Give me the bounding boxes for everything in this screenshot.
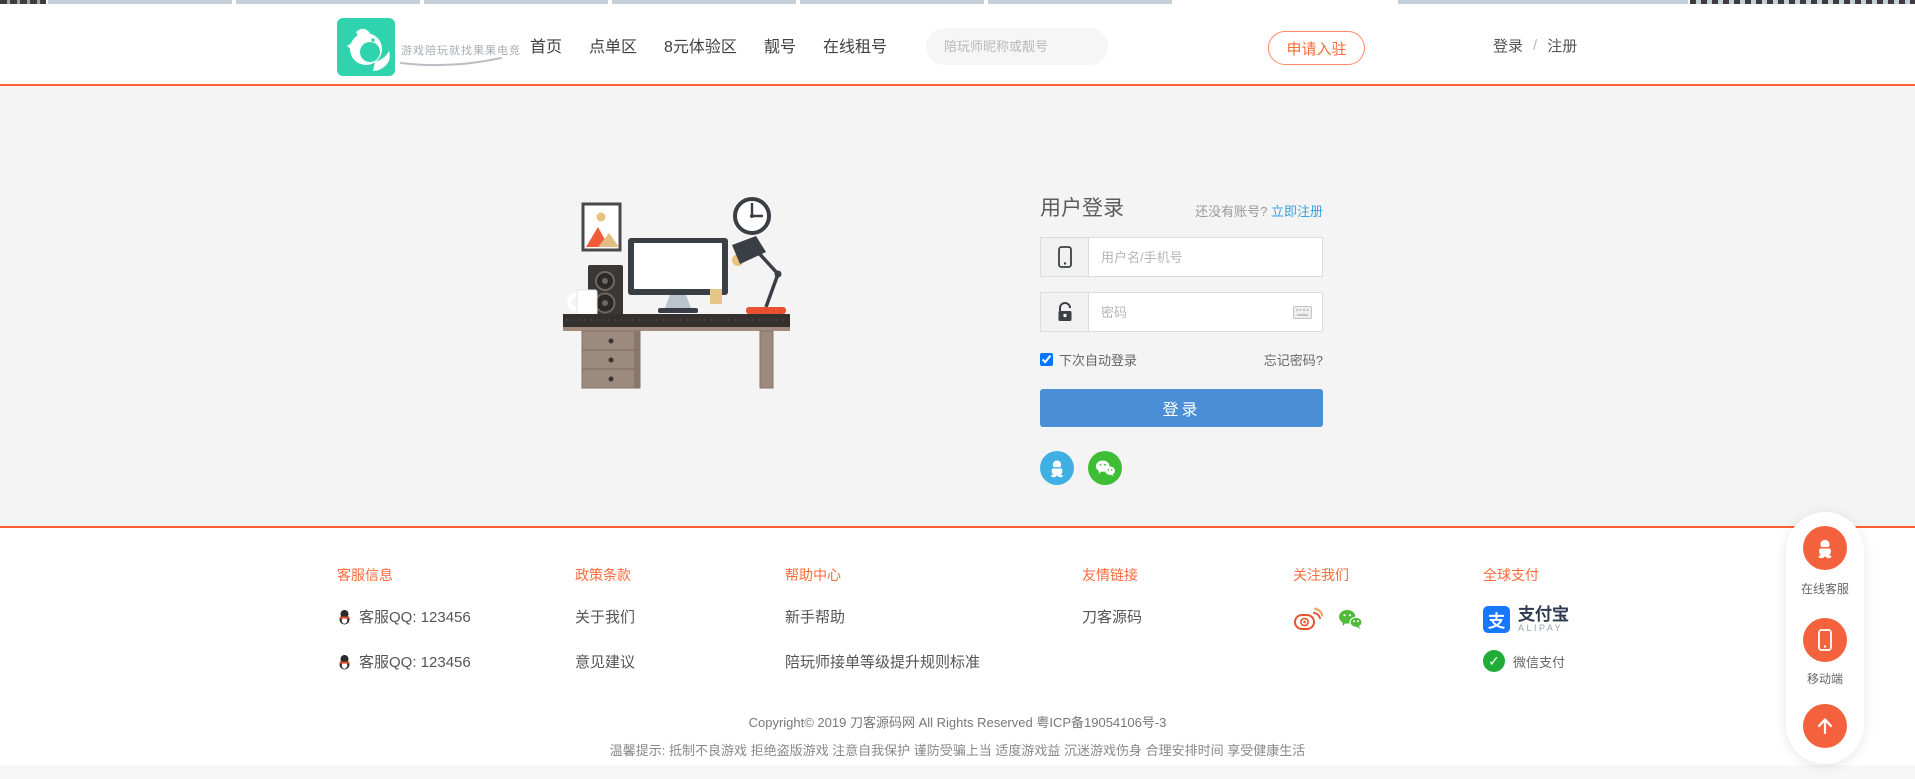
bottom-strip: [0, 765, 1915, 779]
social-login-row: [1040, 451, 1323, 485]
qq-login-button[interactable]: [1040, 451, 1074, 485]
service-qq-item[interactable]: 客服QQ: 123456: [337, 606, 471, 627]
auth-links: 登录 / 注册: [1493, 4, 1577, 86]
register-link[interactable]: 注册: [1547, 35, 1577, 56]
nav-trial-zone[interactable]: 8元体验区: [664, 33, 737, 57]
qq-penguin-icon: [1051, 460, 1063, 478]
forgot-password-link[interactable]: 忘记密码?: [1264, 350, 1323, 369]
site-footer: 客服信息 客服QQ: 123456 客服QQ: 123456 政策条款 关于我们…: [0, 530, 1915, 765]
wechat-pay-icon: ✓: [1483, 650, 1505, 672]
auto-login-checkbox[interactable]: [1040, 353, 1053, 366]
feedback-link[interactable]: 意见建议: [575, 651, 635, 672]
footer-title-policy: 政策条款: [575, 567, 631, 583]
no-account-text: 还没有账号?: [1195, 204, 1268, 219]
wechat-pay-logo[interactable]: ✓ 微信支付: [1483, 650, 1569, 672]
qq-mini-icon: [339, 609, 350, 624]
footer-title-follow: 关注我们: [1293, 567, 1349, 583]
login-panel-header: 用户登录 还没有账号? 立即注册: [1040, 192, 1323, 222]
main-nav: 首页 点单区 8元体验区 靓号 在线租号: [530, 4, 887, 86]
auth-separator: /: [1533, 36, 1538, 54]
search-input[interactable]: [944, 39, 1120, 54]
mobile-app-label: 移动端: [1806, 672, 1843, 686]
nav-home[interactable]: 首页: [530, 33, 562, 57]
login-title: 用户登录: [1040, 197, 1124, 220]
alipay-label: 支付宝: [1518, 605, 1569, 624]
password-input[interactable]: [1089, 293, 1293, 331]
floating-sidebar: 在线客服 移动端: [1786, 512, 1864, 764]
footer-col-payment: 全球支付 支 支付宝 ALIPAY ✓ 微信支付: [1483, 565, 1569, 689]
footer-title-links: 友情链接: [1082, 567, 1138, 583]
dolphin-logo-icon: [347, 28, 390, 71]
alipay-label-en: ALIPAY: [1518, 623, 1564, 633]
qq-penguin-icon: [1818, 539, 1832, 559]
arrow-up-icon: [1817, 718, 1833, 735]
copyright-text: Copyright© 2019 刀客源码网 All Rights Reserve…: [748, 715, 1167, 730]
companion-rules-link[interactable]: 陪玩师接单等级提升规则标准: [785, 651, 980, 672]
back-to-top-button[interactable]: [1803, 704, 1847, 748]
login-panel: 用户登录 还没有账号? 立即注册 用户名/手机号 下次自动登录 忘记密码? 登录: [1040, 192, 1323, 485]
wechat-icon[interactable]: [1336, 607, 1364, 631]
register-now-link[interactable]: 立即注册: [1271, 204, 1323, 219]
username-field-wrapper: [1040, 237, 1323, 277]
about-us-link[interactable]: 关于我们: [575, 606, 635, 627]
search-box: [926, 28, 1120, 65]
online-service-label: 在线客服: [1800, 582, 1849, 596]
password-field-wrapper: [1040, 292, 1323, 332]
wechat-login-button[interactable]: [1088, 451, 1122, 485]
main-section: 用户登录 还没有账号? 立即注册 用户名/手机号 下次自动登录 忘记密码? 登录: [0, 86, 1915, 528]
nav-order-zone[interactable]: 点单区: [589, 33, 637, 57]
phone-icon: [1041, 238, 1089, 276]
service-qq-item[interactable]: 客服QQ: 123456: [337, 651, 471, 672]
alipay-icon: 支: [1483, 606, 1510, 633]
footer-title-service: 客服信息: [337, 567, 393, 583]
remember-row: 下次自动登录 忘记密码?: [1040, 350, 1323, 369]
wechat-icon: [1095, 460, 1115, 477]
online-service-button[interactable]: [1803, 526, 1847, 570]
footer-col-follow: 关注我们: [1293, 565, 1364, 632]
login-submit-button[interactable]: 登录: [1040, 389, 1323, 427]
qq-mini-icon: [339, 654, 350, 669]
nav-premium-number[interactable]: 靓号: [764, 33, 796, 57]
mobile-phone-icon: [1818, 629, 1832, 651]
login-link[interactable]: 登录: [1493, 35, 1523, 56]
footer-title-payment: 全球支付: [1483, 567, 1539, 583]
wechat-pay-label: 微信支付: [1513, 654, 1566, 670]
auto-login-label[interactable]: 下次自动登录: [1040, 350, 1137, 369]
newbie-help-link[interactable]: 新手帮助: [785, 606, 980, 627]
footer-title-help: 帮助中心: [785, 567, 841, 583]
page: 游戏陪玩就找果果电竞 首页 点单区 8元体验区 靓号 在线租号 申请入驻 登录 …: [0, 0, 1915, 779]
alipay-logo[interactable]: 支 支付宝 ALIPAY: [1483, 606, 1569, 633]
footer-col-help: 帮助中心 新手帮助 陪玩师接单等级提升规则标准: [785, 565, 980, 696]
site-header: 游戏陪玩就找果果电竞 首页 点单区 8元体验区 靓号 在线租号 申请入驻 登录 …: [0, 4, 1915, 86]
username-input[interactable]: [1089, 238, 1322, 276]
site-logo[interactable]: [337, 18, 395, 76]
footer-col-policy: 政策条款 关于我们 意见建议: [575, 565, 635, 696]
desk-illustration: [563, 197, 790, 389]
footer-col-service: 客服信息 客服QQ: 123456 客服QQ: 123456: [337, 565, 471, 696]
friend-link[interactable]: 刀客源码: [1082, 606, 1142, 627]
nav-account-rental[interactable]: 在线租号: [823, 33, 887, 57]
apply-settle-button[interactable]: 申请入驻: [1268, 31, 1365, 65]
keyboard-icon[interactable]: [1293, 293, 1322, 331]
footer-col-links: 友情链接 刀客源码: [1082, 565, 1142, 651]
slogan-swoosh: [400, 57, 502, 67]
health-tips-text: 温馨提示: 抵制不良游戏 拒绝盗版游戏 注意自我保护 谨防受骗上当 适度游戏益 …: [609, 743, 1306, 758]
lock-icon: [1041, 293, 1089, 331]
mobile-app-button[interactable]: [1803, 618, 1847, 662]
weibo-icon[interactable]: [1293, 606, 1323, 632]
